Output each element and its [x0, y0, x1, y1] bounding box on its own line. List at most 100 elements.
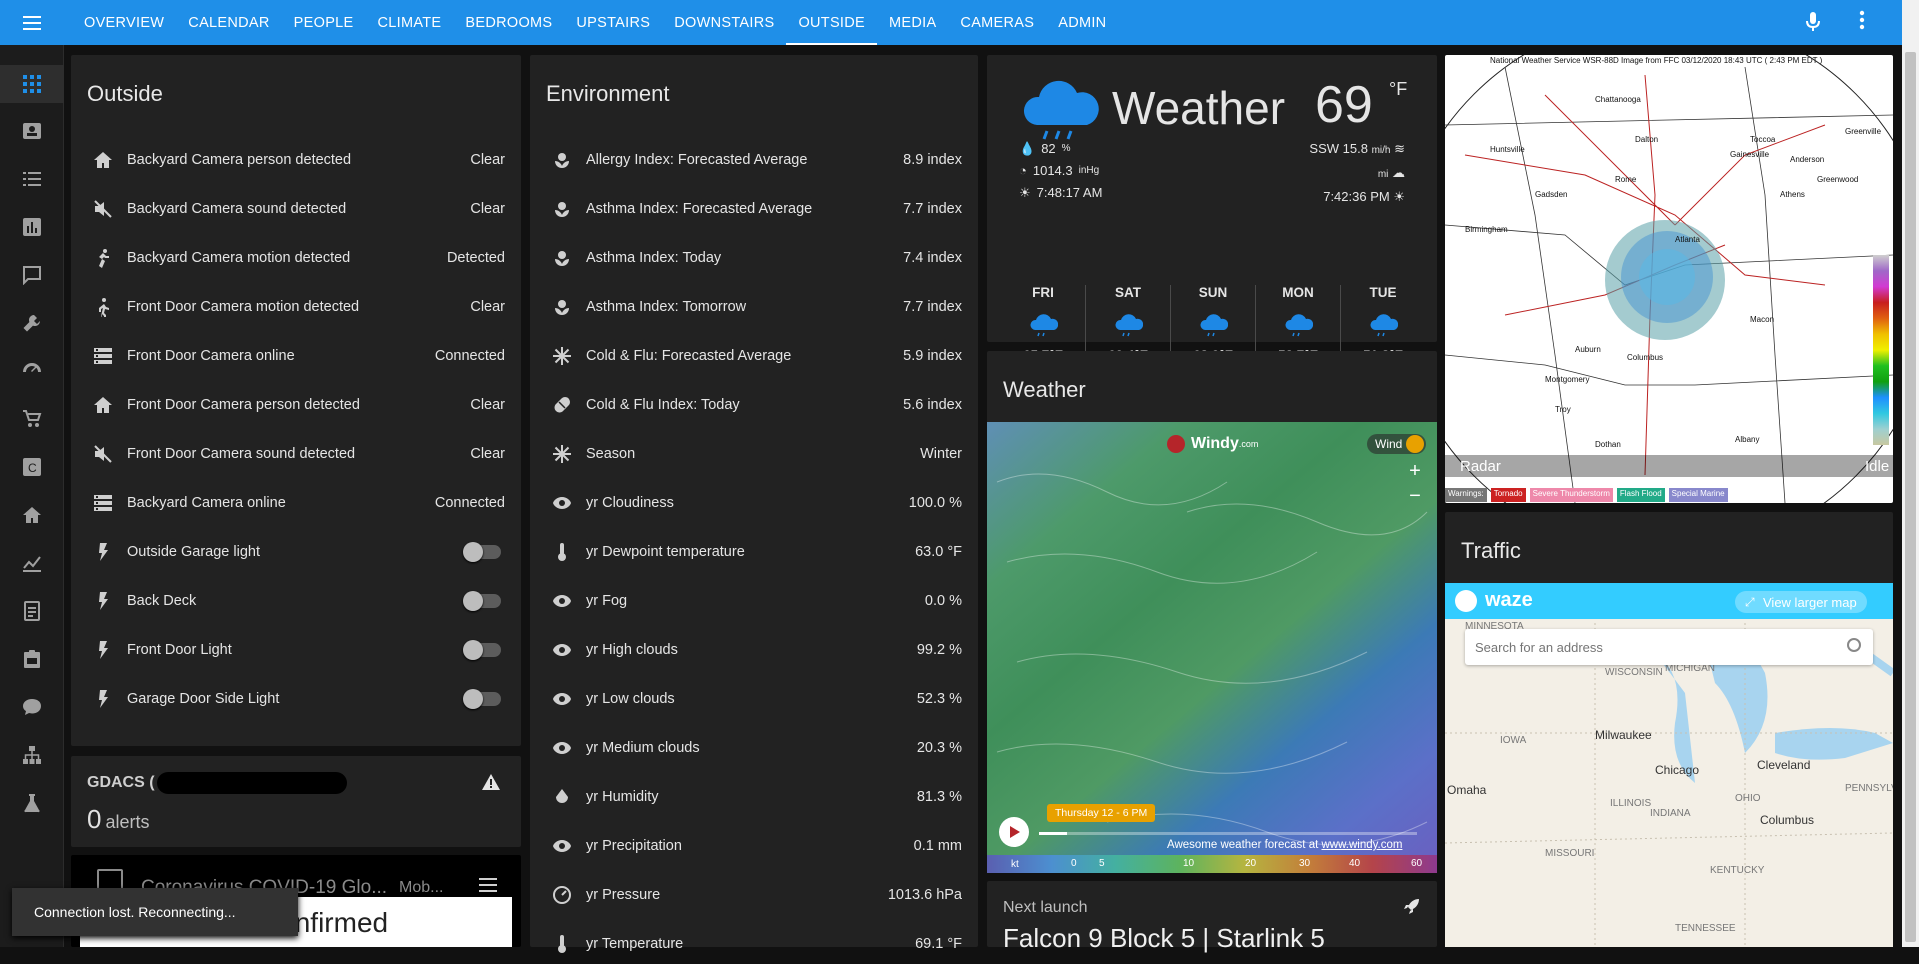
covid-menu-icon[interactable] — [479, 878, 497, 897]
timeline-track[interactable] — [1039, 832, 1417, 835]
address-search-box[interactable] — [1465, 629, 1873, 665]
play-button[interactable] — [999, 817, 1029, 847]
page-scrollbar[interactable] — [1902, 0, 1919, 947]
sidebar-item-hacs[interactable] — [20, 791, 44, 815]
light-toggle[interactable] — [463, 591, 501, 611]
wind-overlay-selector[interactable]: Wind — [1367, 434, 1427, 454]
sensor-row[interactable]: Asthma Index: Tomorrow 7.7 index — [546, 287, 962, 327]
tab-downstairs[interactable]: DOWNSTAIRS — [662, 0, 786, 45]
light-row[interactable]: Back Deck — [87, 581, 505, 621]
sensor-row[interactable]: yr Cloudiness 100.0 % — [546, 483, 962, 523]
entity-row[interactable]: Backyard Camera sound detected Clear — [87, 189, 505, 229]
tab-calendar[interactable]: CALENDAR — [176, 0, 281, 45]
sidebar-item-badge[interactable] — [20, 119, 44, 143]
sensor-row[interactable]: Cold & Flu: Forecasted Average 5.9 index — [546, 336, 962, 376]
sensor-row[interactable]: yr Humidity 81.3 % — [546, 777, 962, 817]
sensor-row[interactable]: yr Dewpoint temperature 63.0 °F — [546, 532, 962, 572]
radar-city-label: Gadsden — [1535, 190, 1568, 199]
windy-brand: Windy — [1191, 435, 1239, 452]
sidebar-item-speedtest[interactable] — [20, 359, 44, 383]
view-larger-map-button[interactable]: ⤢ View larger map — [1735, 591, 1867, 613]
scrollbar-thumb[interactable] — [1905, 52, 1916, 942]
address-search-input[interactable] — [1475, 637, 1835, 657]
tab-upstairs[interactable]: UPSTAIRS — [564, 0, 662, 45]
tab-overview[interactable]: OVERVIEW — [72, 0, 176, 45]
entity-row[interactable]: Front Door Camera motion detected Clear — [87, 287, 505, 327]
tab-admin[interactable]: ADMIN — [1046, 0, 1118, 45]
map-place-label: ILLINOIS — [1610, 798, 1652, 809]
windy-link[interactable]: www.windy.com — [1321, 839, 1402, 851]
light-row[interactable]: Front Door Light — [87, 630, 505, 670]
sensor-row[interactable]: yr Temperature 69.1 °F — [546, 924, 962, 964]
sensor-row[interactable]: yr Medium clouds 20.3 % — [546, 728, 962, 768]
map-place-label: Omaha — [1447, 783, 1487, 797]
light-toggle[interactable] — [463, 542, 501, 562]
sensor-row[interactable]: Asthma Index: Today 7.4 index — [546, 238, 962, 278]
sidebar-item-logbook[interactable] — [20, 167, 44, 191]
sensor-name: Asthma Index: Forecasted Average — [586, 201, 813, 217]
sensor-value: 63.0 °F — [915, 544, 962, 560]
sensor-row[interactable]: yr Precipitation 0.1 mm — [546, 826, 962, 866]
waze-map[interactable]: MINNESOTA WISCONSIN MICHIGAN Milwaukee IOWA C… — [1445, 583, 1893, 947]
account-box-icon — [23, 123, 41, 139]
windy-map[interactable]: Windy .com Wind + − Thursday 12 - 6 PM A… — [987, 422, 1437, 873]
gdacs-alert-label: alerts — [105, 812, 150, 832]
entity-row[interactable]: Backyard Camera online Connected — [87, 483, 505, 523]
sidebar-item-grafana[interactable] — [20, 551, 44, 575]
entity-row[interactable]: Front Door Camera online Connected — [87, 336, 505, 376]
expand-icon: ⤢ — [1745, 594, 1755, 609]
sensor-row[interactable]: Asthma Index: Forecasted Average 7.7 ind… — [546, 189, 962, 229]
entity-row[interactable]: Backyard Camera motion detected Detected — [87, 238, 505, 278]
sensor-row[interactable]: Allergy Index: Forecasted Average 8.9 in… — [546, 140, 962, 180]
weather-temperature: 69 — [1315, 76, 1373, 134]
sensor-row[interactable]: yr Pressure 1013.6 hPa — [546, 875, 962, 915]
sidebar: C 2 — [0, 45, 64, 947]
entity-row[interactable]: Front Door Camera person detected Clear — [87, 385, 505, 425]
server-icon — [87, 493, 127, 513]
light-row[interactable]: Outside Garage light — [87, 532, 505, 572]
more-vertical-icon[interactable] — [1858, 10, 1866, 34]
sidebar-item-history[interactable] — [20, 215, 44, 239]
radar-map[interactable] — [1445, 55, 1893, 503]
tab-climate[interactable]: CLIMATE — [366, 0, 454, 45]
tab-outside[interactable]: OUTSIDE — [786, 0, 877, 45]
sensor-name: yr Temperature — [586, 936, 684, 952]
sensor-row[interactable]: Season Winter — [546, 434, 962, 474]
entity-row[interactable]: Backyard Camera person detected Clear — [87, 140, 505, 180]
sidebar-item-developer[interactable] — [20, 311, 44, 335]
entity-row[interactable]: Front Door Camera sound detected Clear — [87, 434, 505, 474]
light-toggle[interactable] — [463, 689, 501, 709]
sidebar-item-configurator[interactable]: C — [20, 455, 44, 479]
sidebar-item-network[interactable] — [20, 743, 44, 767]
map-place-label: OHIO — [1735, 793, 1761, 804]
sidebar-item-home[interactable] — [20, 503, 44, 527]
sidebar-item-messages[interactable] — [20, 263, 44, 287]
tab-cameras[interactable]: CAMERAS — [948, 0, 1046, 45]
sidebar-item-overview[interactable] — [20, 72, 44, 96]
cart-icon — [23, 410, 42, 427]
sunrise-icon: ☀ — [1019, 185, 1031, 200]
view-tabs: OVERVIEW CALENDAR PEOPLE CLIMATE BEDROOMS UPS… — [72, 0, 1118, 45]
rocket-icon — [1401, 897, 1421, 922]
tab-media[interactable]: MEDIA — [877, 0, 948, 45]
light-toggle[interactable] — [463, 640, 501, 660]
menu-button[interactable] — [0, 0, 64, 45]
microphone-icon[interactable] — [1806, 12, 1820, 37]
sensor-row[interactable]: yr High clouds 99.2 % — [546, 630, 962, 670]
zoom-out-button[interactable]: − — [1405, 486, 1425, 507]
sensor-row[interactable]: yr Fog 0.0 % — [546, 581, 962, 621]
light-name: Front Door Light — [127, 642, 232, 658]
tab-bedrooms[interactable]: BEDROOMS — [453, 0, 564, 45]
sensor-row[interactable]: Cold & Flu Index: Today 5.6 index — [546, 385, 962, 425]
sidebar-item-shopping-list[interactable] — [20, 407, 44, 431]
zoom-in-button[interactable]: + — [1405, 461, 1425, 482]
sidebar-item-chat[interactable] — [20, 695, 44, 719]
flash-icon — [87, 591, 127, 611]
sensor-row[interactable]: yr Low clouds 52.3 % — [546, 679, 962, 719]
sidebar-item-supervisor[interactable] — [20, 647, 44, 671]
tab-people[interactable]: PEOPLE — [282, 0, 366, 45]
light-row[interactable]: Garage Door Side Light — [87, 679, 505, 719]
entity-name: Front Door Camera person detected — [127, 397, 360, 413]
gdacs-title: GDACS ( — [87, 774, 155, 791]
sidebar-item-logs[interactable] — [20, 599, 44, 623]
